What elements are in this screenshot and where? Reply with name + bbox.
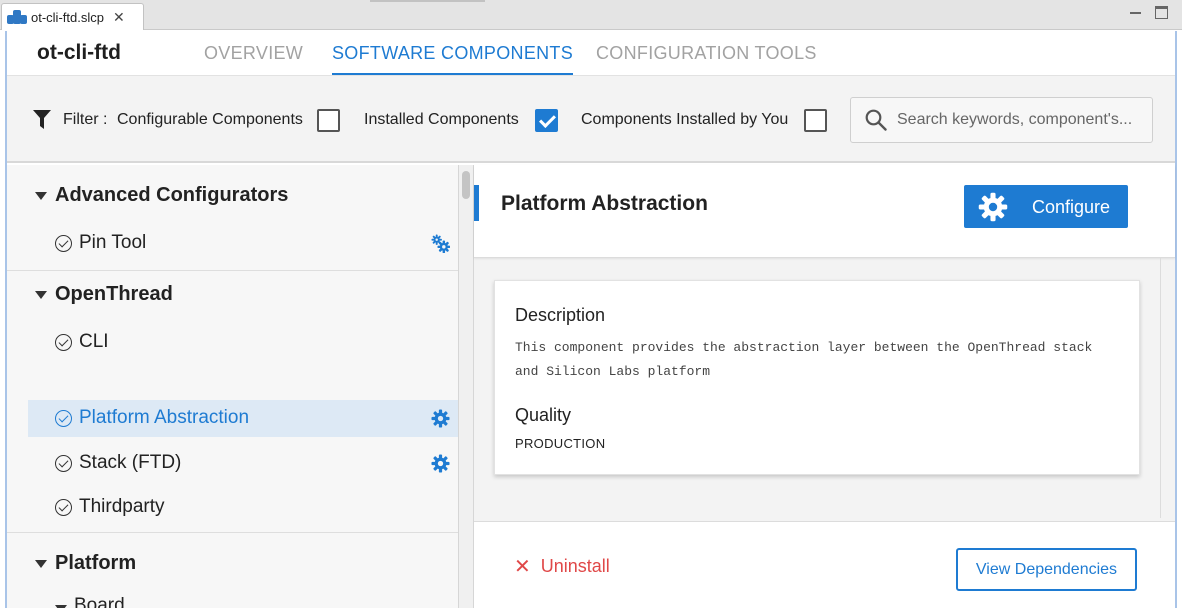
tab-configuration-tools[interactable]: CONFIGURATION TOOLS: [596, 43, 817, 64]
tab-software-components[interactable]: SOFTWARE COMPONENTS: [332, 43, 574, 75]
filter-installed-checkbox[interactable]: [535, 109, 558, 132]
configure-button[interactable]: Configure: [964, 185, 1128, 228]
tree-item-label: Pin Tool: [79, 232, 147, 253]
gear-icon[interactable]: [431, 454, 450, 473]
tree-item-label: CLI: [79, 331, 109, 352]
tree-item-stack-ftd[interactable]: Stack (FTD): [28, 445, 458, 482]
filter-installed-by-you-label: Components Installed by You: [581, 111, 789, 128]
tree-subgroup-label: Board: [74, 595, 125, 608]
tree-group-label: Advanced Configurators: [55, 184, 289, 206]
editor-tab-ot-cli-ftd[interactable]: ot-cli-ftd.slcp ✕: [1, 3, 144, 30]
title-accent-bar: [474, 185, 479, 221]
tree-item-label: Stack (FTD): [79, 452, 182, 473]
filter-bar: Filter : Configurable Components Install…: [7, 75, 1175, 163]
expand-caret-icon: [55, 605, 67, 608]
tree-item-label: Platform Abstraction: [79, 407, 250, 428]
tab-overview[interactable]: OVERVIEW: [204, 43, 303, 64]
scrollbar-thumb[interactable]: [462, 171, 470, 199]
editor-tab-title: ot-cli-ftd.slcp: [31, 9, 104, 25]
search-box[interactable]: [850, 97, 1153, 143]
search-icon: [865, 109, 887, 131]
filter-icon: [33, 110, 51, 129]
component-title: Platform Abstraction: [501, 192, 708, 215]
tree-item-cli[interactable]: CLI: [28, 324, 458, 361]
check-circle-icon: [55, 235, 72, 252]
uninstall-button[interactable]: ✕ Uninstall: [514, 556, 610, 577]
description-heading: Description: [515, 305, 606, 325]
tab-strip-indicator: [370, 0, 485, 2]
filter-configurable-label: Configurable Components: [117, 111, 303, 128]
tree-group-advanced-configurators[interactable]: Advanced Configurators: [7, 172, 458, 220]
view-dependencies-button[interactable]: View Dependencies: [956, 548, 1137, 591]
minimize-icon[interactable]: [1129, 6, 1142, 19]
gears-icon[interactable]: [431, 234, 450, 253]
description-text: This component provides the abstraction …: [515, 340, 1093, 379]
filter-label: Filter :: [63, 111, 108, 128]
filter-installed-label: Installed Components: [364, 111, 519, 128]
detail-footer: ✕ Uninstall View Dependencies: [474, 521, 1175, 608]
check-circle-icon: [55, 334, 72, 351]
tree-group-label: OpenThread: [55, 283, 173, 305]
tree-subgroup-board[interactable]: Board: [7, 551, 458, 608]
gear-icon: [978, 192, 1008, 222]
component-detail-pane: Platform Abstraction Configure Descripti…: [474, 165, 1175, 608]
quality-heading: Quality: [515, 405, 572, 425]
editor-frame: ot-cli-ftd OVERVIEW SOFTWARE COMPONENTS …: [5, 31, 1177, 608]
detail-divider: [1160, 258, 1161, 518]
quality-value: PRODUCTION: [515, 436, 606, 451]
search-input[interactable]: [897, 111, 1147, 129]
slcp-file-icon: [7, 8, 27, 26]
filter-installed-by-you-checkbox[interactable]: [804, 109, 827, 132]
expand-caret-icon: [35, 192, 47, 200]
gear-icon[interactable]: [431, 409, 450, 428]
configure-button-label: Configure: [1032, 197, 1111, 217]
check-circle-icon: [55, 455, 72, 472]
component-tree: Advanced Configurators Pin Tool OpenThre…: [7, 165, 458, 608]
expand-caret-icon: [35, 291, 47, 299]
project-title: ot-cli-ftd: [37, 41, 121, 64]
tree-group-openthread[interactable]: OpenThread: [7, 271, 458, 319]
component-info-card: Description This component provides the …: [494, 280, 1140, 475]
tree-item-pin-tool[interactable]: Pin Tool: [28, 225, 458, 262]
detail-header: Platform Abstraction Configure: [474, 165, 1175, 258]
maximize-icon[interactable]: [1155, 6, 1168, 19]
check-circle-icon: [55, 410, 72, 427]
editor-tab-strip: ot-cli-ftd.slcp ✕: [0, 0, 1182, 30]
tree-item-platform-abstraction[interactable]: Platform Abstraction: [28, 400, 458, 437]
close-tab-icon[interactable]: ✕: [113, 9, 125, 26]
tree-group-platform-row[interactable]: Platform: [7, 503, 458, 574]
project-header: ot-cli-ftd OVERVIEW SOFTWARE COMPONENTS …: [7, 31, 1175, 75]
close-icon: ✕: [514, 555, 531, 578]
tree-scrollbar[interactable]: [458, 165, 474, 608]
filter-configurable-checkbox[interactable]: [317, 109, 340, 132]
uninstall-label: Uninstall: [540, 556, 610, 576]
